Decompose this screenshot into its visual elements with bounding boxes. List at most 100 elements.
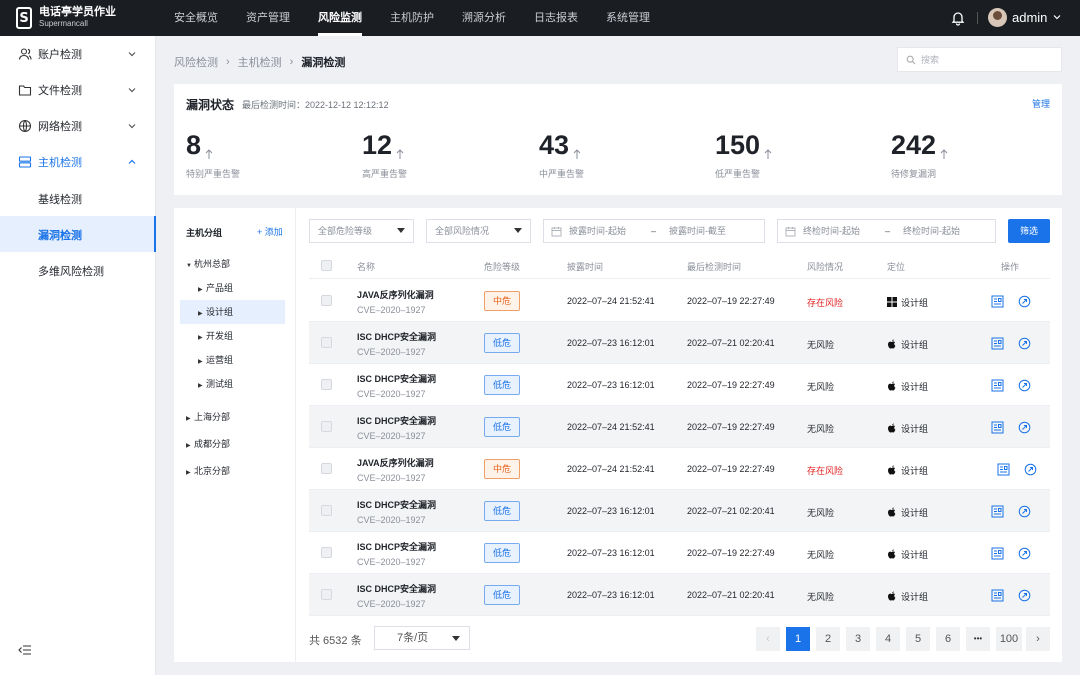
row-checkbox[interactable] xyxy=(321,379,332,390)
scan-icon[interactable] xyxy=(1018,337,1031,350)
vuln-name[interactable]: ISC DHCP安全漏洞 xyxy=(357,372,436,385)
search-box[interactable] xyxy=(897,47,1062,72)
row-checkbox[interactable] xyxy=(321,421,332,432)
scan-icon[interactable] xyxy=(1018,505,1031,518)
table-row[interactable]: ISC DHCP安全漏洞 CVE–2020–1927 低危 2022–07–23 16… xyxy=(309,532,1050,574)
tree-node-design[interactable]: ▶ 设计组 xyxy=(180,300,285,324)
chevron-down-icon[interactable] xyxy=(1052,12,1062,22)
row-checkbox[interactable] xyxy=(321,295,332,306)
sidebar-item-network[interactable]: 网络检测 xyxy=(0,108,156,144)
disclosure-start[interactable]: 披露时间-起始 xyxy=(569,220,626,242)
page-5-button[interactable]: 5 xyxy=(906,627,930,651)
details-icon[interactable] xyxy=(991,379,1004,392)
select-all-checkbox[interactable] xyxy=(321,260,332,271)
table-row[interactable]: ISC DHCP安全漏洞 CVE–2020–1927 低危 2022–07–23 16… xyxy=(309,574,1050,616)
row-checkbox[interactable] xyxy=(321,589,332,600)
scan-icon[interactable] xyxy=(1018,295,1031,308)
page-6-button[interactable]: 6 xyxy=(936,627,960,651)
topnav-risk-monitoring[interactable]: 风险监测 xyxy=(304,0,376,36)
topnav-assets[interactable]: 资产管理 xyxy=(232,0,304,36)
scan-icon[interactable] xyxy=(1024,463,1037,476)
sidebar-item-host[interactable]: 主机检测 xyxy=(0,144,156,180)
check-date-range[interactable]: 终检时间-起始 – 终检时间-起始 xyxy=(777,219,996,243)
tree-node-product[interactable]: ▶ 产品组 xyxy=(198,276,285,300)
check-start[interactable]: 终检时间-起始 xyxy=(803,220,860,242)
row-checkbox[interactable] xyxy=(321,463,332,474)
topnav-overview[interactable]: 安全概览 xyxy=(160,0,232,36)
vuln-name[interactable]: JAVA反序列化漏洞 xyxy=(357,456,434,469)
brand-logo[interactable]: S 电话亭学员作业 Supermancall xyxy=(16,7,116,29)
scan-icon[interactable] xyxy=(1018,547,1031,560)
table-row[interactable]: ISC DHCP安全漏洞 CVE–2020–1927 低危 2022–07–23 16… xyxy=(309,322,1050,364)
details-icon[interactable] xyxy=(991,505,1004,518)
username[interactable]: admin xyxy=(1012,10,1047,25)
sidebar-item-file[interactable]: 文件检测 xyxy=(0,72,156,108)
page-1-button[interactable]: 1 xyxy=(786,627,810,651)
page-100-button[interactable]: 100 xyxy=(996,627,1022,651)
page-3-button[interactable]: 3 xyxy=(846,627,870,651)
scan-icon[interactable] xyxy=(1018,379,1031,392)
collapse-sidebar-icon[interactable] xyxy=(18,644,32,656)
vuln-name[interactable]: JAVA反序列化漏洞 xyxy=(357,288,434,301)
disclosure-end[interactable]: 披露时间-截至 xyxy=(669,220,726,242)
vuln-name[interactable]: ISC DHCP安全漏洞 xyxy=(357,582,436,595)
tree-node-dev[interactable]: ▶ 开发组 xyxy=(198,324,285,348)
sidebar-subitem-multi-risk[interactable]: 多维风险检测 xyxy=(0,252,156,288)
details-icon[interactable] xyxy=(991,589,1004,602)
next-page-button[interactable]: › xyxy=(1026,627,1050,651)
vuln-name[interactable]: ISC DHCP安全漏洞 xyxy=(357,330,436,343)
table-row[interactable]: JAVA反序列化漏洞 CVE–2020–1927 中危 2022–07–24 21:5… xyxy=(309,280,1050,322)
filter-button[interactable]: 筛选 xyxy=(1008,219,1050,243)
row-checkbox[interactable] xyxy=(321,337,332,348)
tree-node-test[interactable]: ▶ 测试组 xyxy=(198,372,285,396)
tree-node-hangzhou[interactable]: ▼ 杭州总部 xyxy=(186,252,286,276)
row-checkbox[interactable] xyxy=(321,547,332,558)
add-group-button[interactable]: + 添加 xyxy=(257,225,283,238)
sidebar-item-account[interactable]: 账户检测 xyxy=(0,36,156,72)
topnav-system-management[interactable]: 系统管理 xyxy=(592,0,664,36)
search-input[interactable] xyxy=(921,54,1051,65)
details-icon[interactable] xyxy=(997,463,1010,476)
location-label: 设计组 xyxy=(901,550,929,560)
details-icon[interactable] xyxy=(991,337,1004,350)
vuln-name[interactable]: ISC DHCP安全漏洞 xyxy=(357,414,436,427)
breadcrumb-host[interactable]: 主机检测 xyxy=(238,54,282,70)
prev-page-button[interactable]: ‹ xyxy=(756,627,780,651)
sidebar-subitem-baseline[interactable]: 基线检测 xyxy=(0,180,156,216)
page-size-select[interactable]: 7条/页 xyxy=(374,626,470,650)
sidebar-subitem-vulnerability[interactable]: 漏洞检测 xyxy=(0,216,156,252)
tree-node-shanghai[interactable]: ▶ 上海分部 xyxy=(186,405,286,429)
range-separator: – xyxy=(885,226,891,236)
bell-icon[interactable] xyxy=(950,10,966,26)
topnav-host-protection[interactable]: 主机防护 xyxy=(376,0,448,36)
page-ellipsis[interactable]: ••• xyxy=(966,627,990,651)
manage-link[interactable]: 管理 xyxy=(1032,97,1050,110)
details-icon[interactable] xyxy=(991,421,1004,434)
table-row[interactable]: ISC DHCP安全漏洞 CVE–2020–1927 低危 2022–07–23 16… xyxy=(309,364,1050,406)
table-row[interactable]: ISC DHCP安全漏洞 CVE–2020–1927 低危 2022–07–24 21… xyxy=(309,406,1050,448)
level-filter-select[interactable]: 全部危险等级 xyxy=(309,219,414,243)
tree-node-beijing[interactable]: ▶ 北京分部 xyxy=(186,459,286,483)
check-end[interactable]: 终检时间-起始 xyxy=(903,220,960,242)
avatar[interactable] xyxy=(988,8,1007,27)
breadcrumb-risk[interactable]: 风险检测 xyxy=(174,54,218,70)
vuln-name[interactable]: ISC DHCP安全漏洞 xyxy=(357,540,436,553)
topnav-log-reports[interactable]: 日志报表 xyxy=(520,0,592,36)
apple-icon xyxy=(888,381,896,391)
page-2-button[interactable]: 2 xyxy=(816,627,840,651)
vuln-name[interactable]: ISC DHCP安全漏洞 xyxy=(357,498,436,511)
risk-filter-select[interactable]: 全部风险情况 xyxy=(426,219,531,243)
disclosure-date-range[interactable]: 披露时间-起始 – 披露时间-截至 xyxy=(543,219,765,243)
tree-node-chengdu[interactable]: ▶ 成都分部 xyxy=(186,432,286,456)
scan-icon[interactable] xyxy=(1018,589,1031,602)
details-icon[interactable] xyxy=(991,295,1004,308)
table-row[interactable]: ISC DHCP安全漏洞 CVE–2020–1927 低危 2022–07–23 16… xyxy=(309,490,1050,532)
page-4-button[interactable]: 4 xyxy=(876,627,900,651)
apple-icon xyxy=(888,465,896,475)
row-checkbox[interactable] xyxy=(321,505,332,516)
table-row[interactable]: JAVA反序列化漏洞 CVE–2020–1927 中危 2022–07–24 21:5… xyxy=(309,448,1050,490)
scan-icon[interactable] xyxy=(1018,421,1031,434)
details-icon[interactable] xyxy=(991,547,1004,560)
topnav-trace-analysis[interactable]: 溯源分析 xyxy=(448,0,520,36)
tree-node-ops[interactable]: ▶ 运营组 xyxy=(198,348,285,372)
